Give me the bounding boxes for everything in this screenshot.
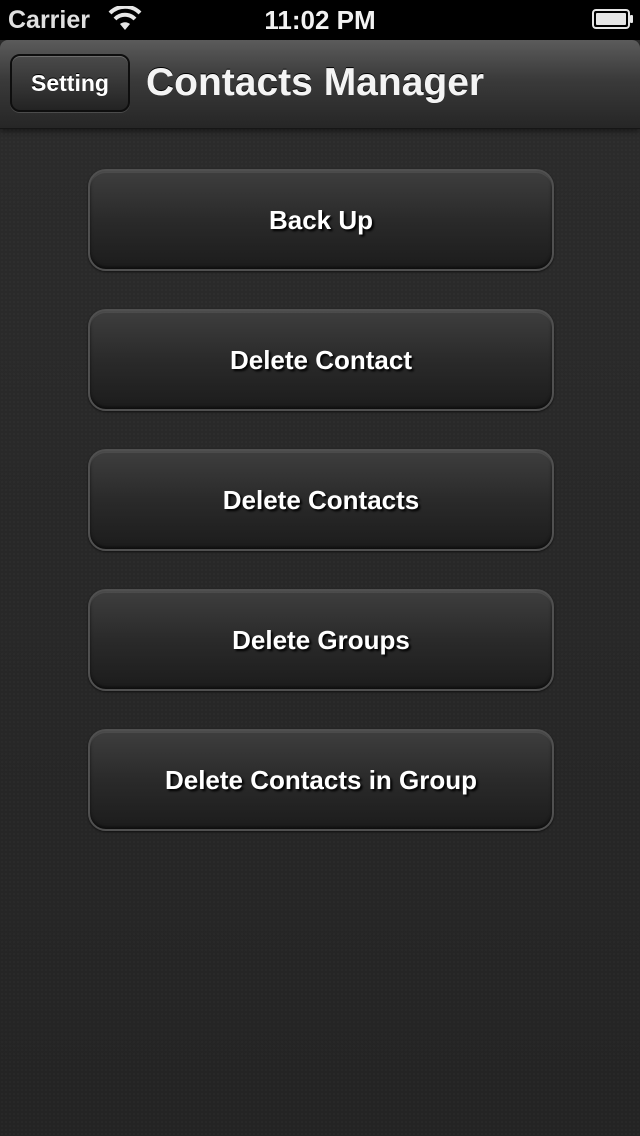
navigation-bar: Setting Contacts Manager (0, 40, 640, 129)
back-up-button[interactable]: Back Up (88, 169, 554, 271)
delete-groups-button[interactable]: Delete Groups (88, 589, 554, 691)
app-screen: Carrier 11:02 PM Setting Contacts Manage… (0, 0, 640, 1136)
setting-button[interactable]: Setting (10, 54, 130, 112)
battery-icon (592, 9, 634, 29)
page-title: Contacts Manager (146, 61, 485, 104)
delete-contact-button[interactable]: Delete Contact (88, 309, 554, 411)
delete-contacts-button[interactable]: Delete Contacts (88, 449, 554, 551)
action-list: Back Up Delete Contact Delete Contacts D… (88, 169, 554, 869)
delete-contacts-in-group-button[interactable]: Delete Contacts in Group (88, 729, 554, 831)
status-time: 11:02 PM (264, 5, 376, 35)
status-bar: Carrier 11:02 PM (0, 0, 640, 40)
